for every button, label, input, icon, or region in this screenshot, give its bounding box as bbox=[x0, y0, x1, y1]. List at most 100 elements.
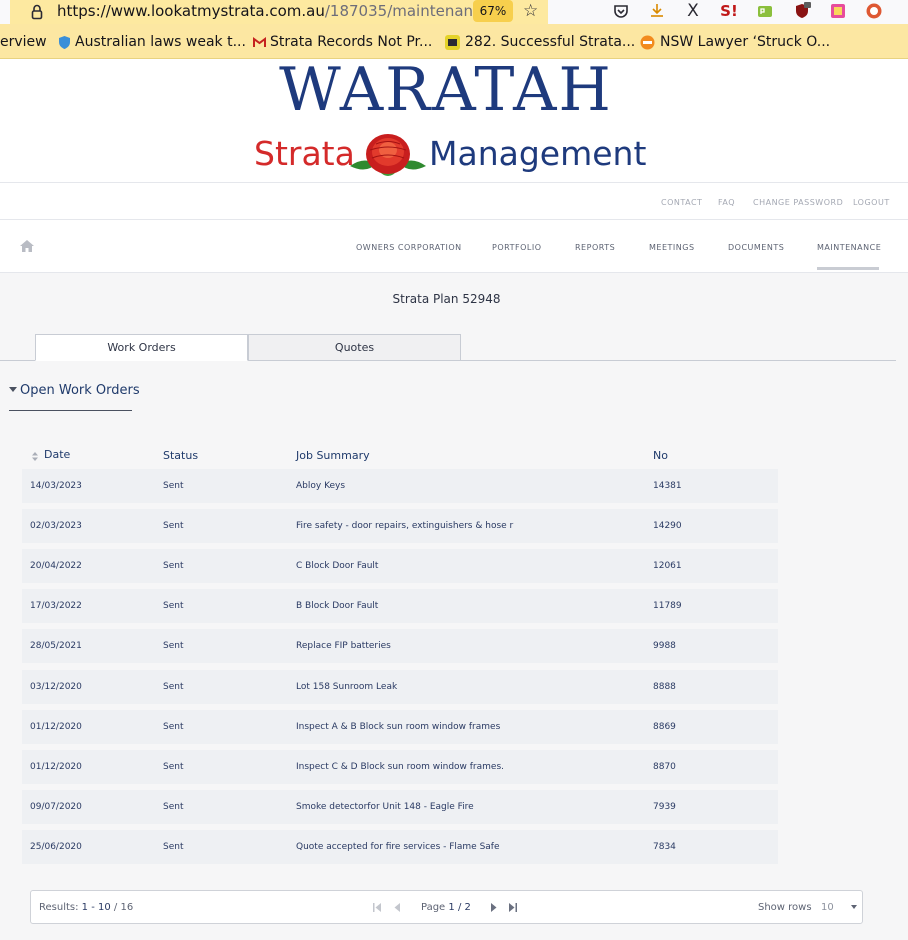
nav-documents[interactable]: DOCUMENTS bbox=[728, 243, 784, 252]
download-icon[interactable] bbox=[648, 2, 666, 20]
bookmark-overview[interactable]: erview bbox=[0, 33, 47, 51]
sort-icon[interactable] bbox=[32, 452, 38, 461]
cell-no: 7939 bbox=[653, 802, 676, 812]
cell-status: Sent bbox=[163, 682, 184, 692]
cell-job-summary: C Block Door Fault bbox=[296, 561, 379, 571]
table-row[interactable]: 09/07/2020 Sent Smoke detectorfor Unit 148… bbox=[22, 790, 778, 824]
url-text[interactable]: https://www.lookatmystrata.com.au/187035… bbox=[57, 1, 491, 21]
duckduckgo-icon[interactable] bbox=[865, 2, 883, 20]
cell-date: 25/06/2020 bbox=[30, 842, 82, 852]
bookmark-successful-strata[interactable]: 282. Successful Strata... bbox=[465, 33, 635, 51]
cell-date: 09/07/2020 bbox=[30, 802, 82, 812]
nav-divider-top bbox=[0, 219, 908, 220]
cell-date: 20/04/2022 bbox=[30, 561, 82, 571]
x-extension-icon[interactable]: X bbox=[684, 2, 702, 20]
bookmark-australian-laws[interactable]: Australian laws weak t... bbox=[75, 33, 246, 51]
contact-link[interactable]: CONTACT bbox=[661, 198, 702, 207]
shield-bookmark-icon bbox=[59, 36, 70, 49]
table-row[interactable]: 02/03/2023 Sent Fire safety - door repairs… bbox=[22, 509, 778, 543]
cell-no: 14381 bbox=[653, 481, 682, 491]
page-indicator: Page 1 / 2 bbox=[421, 891, 471, 924]
results-total: / 16 bbox=[113, 902, 134, 913]
column-header-no[interactable]: No bbox=[653, 449, 668, 462]
cell-no: 14290 bbox=[653, 521, 682, 531]
last-page-icon[interactable] bbox=[508, 903, 517, 912]
cell-job-summary: B Block Door Fault bbox=[296, 601, 379, 611]
pocket-icon[interactable] bbox=[612, 2, 630, 20]
table-row[interactable]: 25/06/2020 Sent Quote accepted for fire se… bbox=[22, 830, 778, 864]
nav-owners-corporation[interactable]: OWNERS CORPORATION bbox=[356, 243, 462, 252]
waratah-logo[interactable]: WARATAH Strata Management bbox=[254, 57, 646, 182]
cell-job-summary: Fire safety - door repairs, extinguisher… bbox=[296, 521, 514, 531]
cell-job-summary: Inspect C & D Block sun room window fram… bbox=[296, 762, 504, 772]
nav-meetings[interactable]: MEETINGS bbox=[649, 243, 695, 252]
show-rows-value: 10 bbox=[821, 902, 834, 913]
cell-status: Sent bbox=[163, 561, 184, 571]
column-header-date[interactable]: Date bbox=[44, 448, 70, 461]
cell-job-summary: Lot 158 Sunroom Leak bbox=[296, 682, 398, 692]
pdf-extension-icon[interactable] bbox=[756, 2, 774, 20]
gmail-icon bbox=[253, 37, 266, 47]
waratah-flower-icon bbox=[350, 134, 426, 176]
cell-status: Sent bbox=[163, 481, 184, 491]
table-row[interactable]: 14/03/2023 Sent Abloy Keys 14381 bbox=[22, 469, 778, 503]
column-header-job-summary[interactable]: Job Summary bbox=[296, 449, 370, 462]
results-range: 1 - 10 bbox=[81, 902, 111, 913]
notion-extension-icon[interactable] bbox=[829, 2, 847, 20]
header-divider bbox=[0, 182, 908, 183]
change-password-link[interactable]: CHANGE PASSWORD bbox=[753, 198, 843, 207]
cell-job-summary: Smoke detectorfor Unit 148 - Eagle Fire bbox=[296, 802, 474, 812]
cell-date: 03/12/2020 bbox=[30, 682, 82, 692]
previous-page-icon[interactable] bbox=[393, 903, 402, 912]
first-page-icon[interactable] bbox=[373, 903, 382, 912]
bookmark-nsw-lawyer[interactable]: NSW Lawyer ‘Struck O... bbox=[660, 33, 830, 51]
column-header-status[interactable]: Status bbox=[163, 449, 198, 462]
nav-portfolio[interactable]: PORTFOLIO bbox=[492, 243, 542, 252]
show-rows-select[interactable]: 10 bbox=[821, 899, 859, 916]
table-row[interactable]: 17/03/2022 Sent B Block Door Fault 11789 bbox=[22, 589, 778, 623]
table-row[interactable]: 01/12/2020 Sent Inspect A & B Block sun ro… bbox=[22, 710, 778, 744]
cell-status: Sent bbox=[163, 601, 184, 611]
nav-reports[interactable]: REPORTS bbox=[575, 243, 615, 252]
faq-link[interactable]: FAQ bbox=[718, 198, 735, 207]
bookmark-strata-records[interactable]: Strata Records Not Pr... bbox=[270, 33, 432, 51]
cell-date: 28/05/2021 bbox=[30, 641, 82, 651]
s-extension-icon[interactable]: S! bbox=[720, 2, 738, 20]
open-work-orders-toggle[interactable]: Open Work Orders bbox=[9, 383, 140, 403]
url-host: https://www.lookatmystrata.com.au bbox=[57, 2, 325, 20]
next-page-icon[interactable] bbox=[489, 903, 498, 912]
url-field[interactable]: https://www.lookatmystrata.com.au/187035… bbox=[10, 0, 548, 24]
cell-date: 17/03/2022 bbox=[30, 601, 82, 611]
zoom-indicator[interactable]: 67% bbox=[473, 0, 513, 22]
cell-status: Sent bbox=[163, 641, 184, 651]
cell-no: 11789 bbox=[653, 601, 682, 611]
section-title: Open Work Orders bbox=[20, 383, 140, 398]
nav-active-indicator bbox=[817, 267, 879, 270]
logout-link[interactable]: LOGOUT bbox=[853, 198, 890, 207]
home-icon[interactable] bbox=[20, 240, 34, 252]
tab-quotes[interactable]: Quotes bbox=[248, 334, 461, 361]
table-row[interactable]: 28/05/2021 Sent Replace FIP batteries 9988 bbox=[22, 629, 778, 663]
table-row[interactable]: 20/04/2022 Sent C Block Door Fault 12061 bbox=[22, 549, 778, 583]
cell-job-summary: Replace FIP batteries bbox=[296, 641, 391, 651]
cell-no: 12061 bbox=[653, 561, 682, 571]
cell-status: Sent bbox=[163, 802, 184, 812]
caret-down-icon bbox=[9, 387, 17, 392]
cell-status: Sent bbox=[163, 842, 184, 852]
page-label: Page bbox=[421, 902, 446, 913]
bookmark-star-icon[interactable]: ☆ bbox=[523, 1, 538, 21]
nav-maintenance[interactable]: MAINTENANCE bbox=[817, 243, 881, 252]
dropdown-arrow-icon bbox=[851, 905, 857, 909]
bookmarks-bar: erview Australian laws weak t... Strata … bbox=[0, 24, 908, 59]
page-title: Strata Plan 52948 bbox=[392, 292, 501, 306]
table-row[interactable]: 03/12/2020 Sent Lot 158 Sunroom Leak 8888 bbox=[22, 670, 778, 704]
cell-job-summary: Inspect A & B Block sun room window fram… bbox=[296, 722, 501, 732]
shield-extension-icon[interactable] bbox=[793, 2, 811, 20]
news-bookmark-icon bbox=[640, 35, 655, 50]
results-label: Results: bbox=[39, 902, 79, 913]
cell-date: 14/03/2023 bbox=[30, 481, 82, 491]
cell-job-summary: Abloy Keys bbox=[296, 481, 346, 491]
table-row[interactable]: 01/12/2020 Sent Inspect C & D Block sun ro… bbox=[22, 750, 778, 784]
tab-work-orders[interactable]: Work Orders bbox=[35, 334, 248, 361]
cell-no: 7834 bbox=[653, 842, 676, 852]
